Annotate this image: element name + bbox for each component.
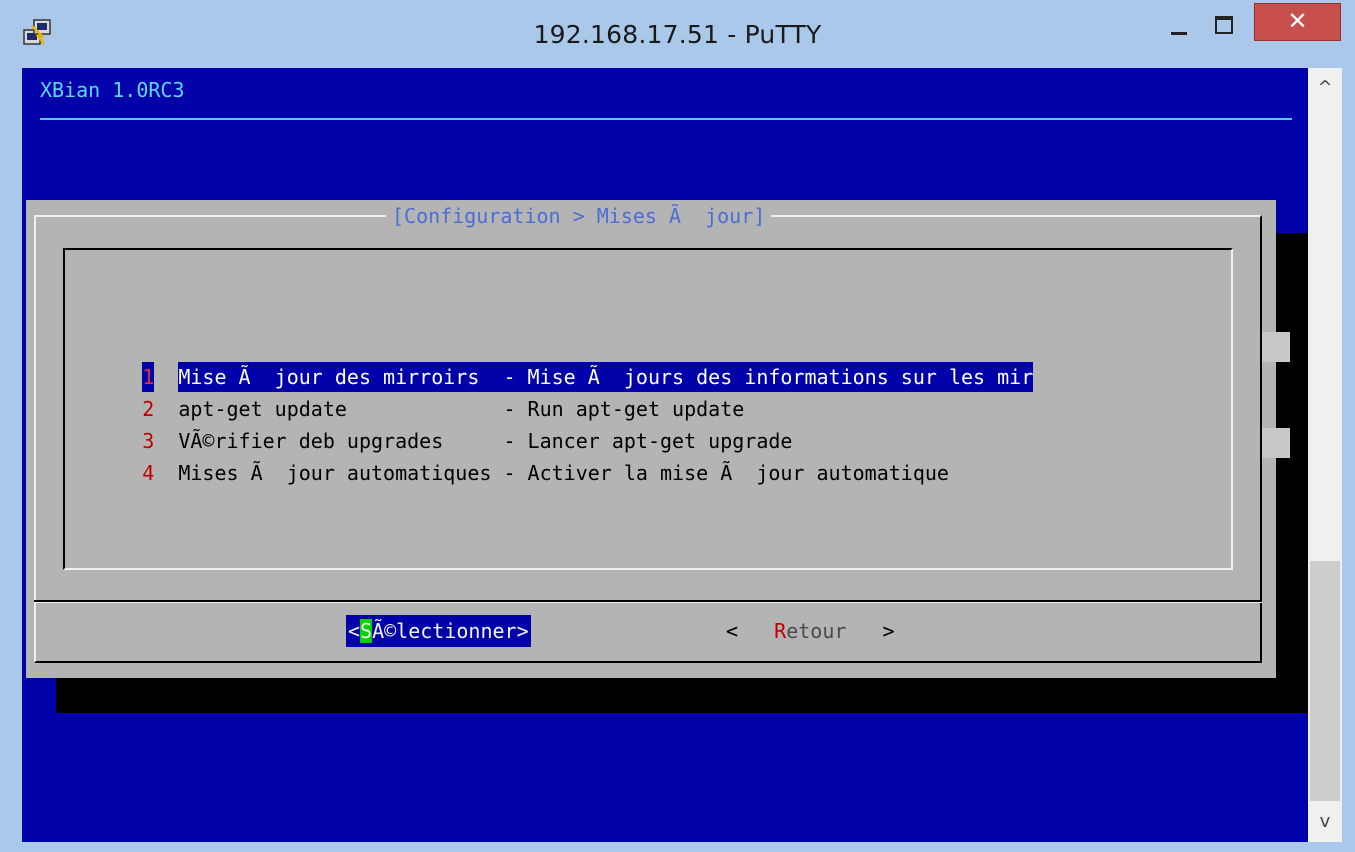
back-button[interactable]: < Retour > (726, 615, 895, 647)
menu-item-deb-upgrades[interactable]: 3 VÃ©rifier deb upgrades - Lancer apt-ge… (70, 396, 792, 453)
scrollbar-thumb[interactable] (1310, 561, 1340, 801)
window-title: 192.168.17.51 - PuTTY (533, 20, 822, 49)
header-divider (40, 118, 1292, 120)
menu-item-mirrors[interactable]: 1 Mise Ã jour des mirroirs - Mise Ã jour… (70, 332, 1034, 392)
dialog-title: [Configuration > Mises Ã jour] (386, 204, 772, 228)
config-dialog: [Configuration > Mises Ã jour] 1 Mise Ã … (26, 200, 1290, 678)
terminal-header: XBian 1.0RC3 (40, 78, 185, 102)
menu-scroll-marker (1262, 428, 1290, 458)
maximize-button[interactable] (1209, 10, 1239, 40)
back-label: etour (786, 619, 847, 643)
select-hotkey: S (360, 619, 373, 643)
terminal-screen[interactable]: XBian 1.0RC3 [Configuration > Mises Ã jo… (22, 68, 1308, 842)
menu-item-apt-update[interactable]: 2 apt-get update - Run apt-get update (70, 364, 744, 421)
scroll-up-icon[interactable]: ^ (1308, 68, 1342, 108)
select-button[interactable]: <SÃ©lectionner> (346, 615, 531, 647)
back-bracket-close: > (846, 619, 895, 643)
back-hotkey: R (774, 619, 787, 643)
menu-item-label: Mises Ã jour automatiques - Activer la m… (178, 461, 949, 485)
select-bracket: < (348, 619, 361, 643)
select-label: Ã©lectionner> (372, 619, 529, 643)
minimize-button[interactable] (1166, 14, 1192, 40)
menu-item-number: 4 (142, 461, 155, 485)
close-button[interactable]: ✕ (1254, 3, 1341, 41)
scroll-down-icon[interactable]: v (1308, 802, 1342, 842)
back-bracket-open: < (726, 619, 775, 643)
vertical-scrollbar[interactable]: ^ v (1308, 68, 1342, 842)
menu-item-auto-updates[interactable]: 4 Mises Ã jour automatiques - Activer la… (70, 428, 949, 485)
title-bar: 192.168.17.51 - PuTTY ✕ (0, 0, 1355, 68)
close-icon: ✕ (1287, 7, 1308, 35)
menu-scroll-marker (1262, 332, 1290, 362)
button-separator-highlight (34, 602, 1262, 603)
